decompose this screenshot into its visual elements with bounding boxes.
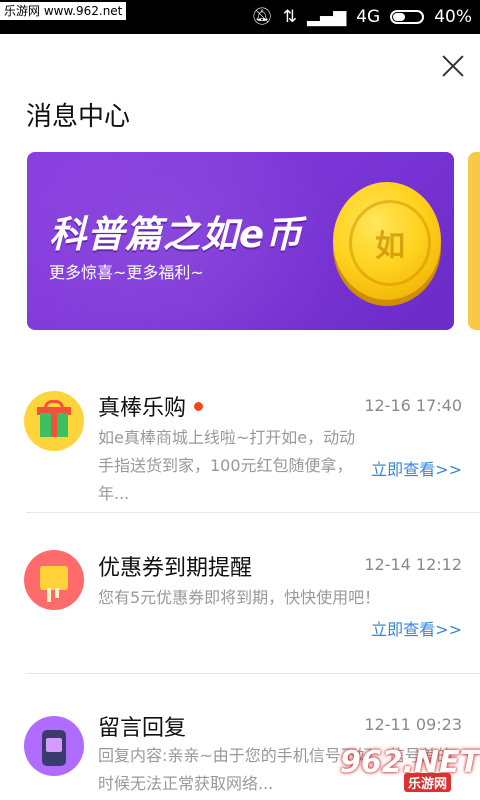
coin-icon: 如 (333, 182, 441, 300)
watermark-label: 乐游网 www.962.net (0, 2, 127, 20)
message-body: 如e真棒商城上线啦~打开如e，动动手指送货到家，100元红包随便拿，年... (98, 428, 356, 503)
close-icon[interactable] (437, 50, 469, 82)
banner-title: 科普篇之如e币 (49, 213, 304, 256)
battery-icon (390, 10, 425, 24)
message-time: 12-14 12:12 (364, 555, 462, 574)
battery-percent: 40% (434, 7, 472, 27)
site-logo-watermark: 962.NET 乐游网 (340, 745, 480, 792)
message-title: 优惠券到期提醒 (98, 556, 253, 581)
page-title: 消息中心 (26, 102, 131, 132)
message-body: 您有5元优惠券即将到期，快快使用吧！ (98, 588, 381, 607)
next-banner-peek[interactable] (468, 152, 480, 330)
divider (26, 512, 480, 513)
gift-icon (24, 391, 84, 451)
data-arrows-icon: ⇅ (282, 7, 297, 27)
unread-dot (194, 401, 204, 411)
message-time: 12-16 17:40 (364, 396, 462, 415)
message-title: 留言回复 (98, 716, 187, 741)
network-type: 4G (356, 7, 381, 27)
status-bar: 乐游网 www.962.net 🔕︎ ⇅ ▂▄▆ 4G 40% (0, 0, 480, 34)
message-title: 真棒乐购 (98, 390, 204, 422)
mute-icon: 🔕︎ (251, 7, 273, 27)
banner-subtitle: 更多惊喜~更多福利~ (49, 263, 204, 282)
status-icons: 🔕︎ ⇅ ▂▄▆ 4G 40% (251, 6, 472, 28)
view-now-link[interactable]: 立即查看>> (371, 456, 462, 480)
message-time: 12-11 09:23 (364, 715, 462, 734)
message-phone-icon (24, 716, 84, 776)
signal-icon: ▂▄▆ (306, 7, 347, 27)
promo-banner[interactable]: 科普篇之如e币 更多惊喜~更多福利~ 如 (27, 152, 454, 330)
coin-glyph: 如 (349, 200, 431, 286)
divider (26, 673, 480, 674)
view-now-link[interactable]: 立即查看>> (371, 616, 462, 640)
coupon-icon (24, 550, 84, 610)
